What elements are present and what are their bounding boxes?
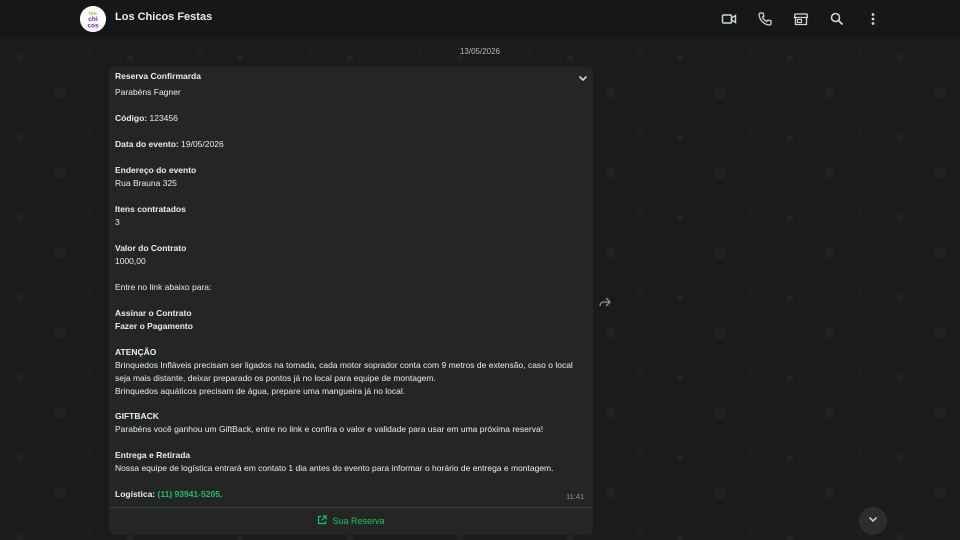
event-date-value: 19/05/2026: [181, 139, 224, 149]
action-payment: Fazer o Pagamento: [115, 321, 193, 331]
attention-text-2: Brinquedos aquáticos precisam de água, p…: [115, 386, 406, 396]
external-link-icon: [317, 515, 328, 527]
attention-text: Brinquedos Infláveis precisam ser ligado…: [115, 360, 573, 383]
event-date-line: Data do evento: 19/05/2026: [115, 138, 224, 151]
contract-value-label: Valor do Contrato: [115, 243, 187, 253]
avatar[interactable]: los chi cos: [80, 6, 106, 32]
action-sign-contract: Assinar o Contrato: [115, 308, 192, 318]
forward-icon[interactable]: [598, 295, 612, 309]
message-title: Reserva Confirmarda: [115, 71, 201, 81]
giftback-label: GIFTBACK: [115, 411, 159, 421]
reservation-link-button[interactable]: Sua Reserva: [109, 508, 593, 534]
logistics-line: Logística: (11) 93941-5205.: [115, 488, 222, 501]
attention-label: ATENÇÃO: [115, 347, 157, 357]
logistics-suffix: .: [219, 489, 223, 499]
event-date-label: Data do evento:: [115, 139, 179, 149]
logistics-label: Logística:: [115, 489, 156, 499]
delivery-label: Entrega e Retirada: [115, 450, 191, 460]
link-intro: Entre no link abaixo para:: [115, 282, 212, 292]
reservation-link-label: Sua Reserva: [332, 516, 385, 526]
code-value: 123456: [149, 113, 178, 123]
items-value: 3: [115, 217, 120, 227]
voice-call-icon[interactable]: [755, 9, 775, 29]
code-label: Código:: [115, 113, 148, 123]
store-icon[interactable]: [791, 9, 811, 29]
scroll-to-bottom-button[interactable]: [859, 507, 887, 535]
video-call-icon[interactable]: [719, 9, 739, 29]
items-label: Itens contratados: [115, 204, 186, 214]
address-value: Rua Brauna 325: [115, 178, 177, 188]
logistics-phone-link[interactable]: (11) 93941-5205: [158, 489, 220, 499]
chevron-down-icon[interactable]: [576, 71, 590, 85]
search-icon[interactable]: [827, 9, 847, 29]
contract-value: 1000,00: [115, 256, 146, 266]
code-line: Código: 123456: [115, 112, 178, 125]
menu-icon[interactable]: [863, 9, 883, 29]
contact-name[interactable]: Los Chicos Festas: [115, 11, 212, 23]
chat-header: los chi cos Los Chicos Festas: [0, 0, 960, 38]
message-greeting: Parabéns Fagner: [115, 87, 181, 97]
date-separator: 13/05/2026: [459, 47, 501, 56]
message-time: 11:41: [566, 492, 585, 501]
address-label: Endereço do evento: [115, 165, 197, 175]
avatar-text-3: cos: [87, 23, 99, 30]
chevron-down-icon: [867, 512, 879, 530]
giftback-text: Parabéns você ganhou um GiftBack, entre …: [115, 424, 544, 434]
delivery-text: Nossa equipe de logística entrará em con…: [115, 463, 554, 473]
